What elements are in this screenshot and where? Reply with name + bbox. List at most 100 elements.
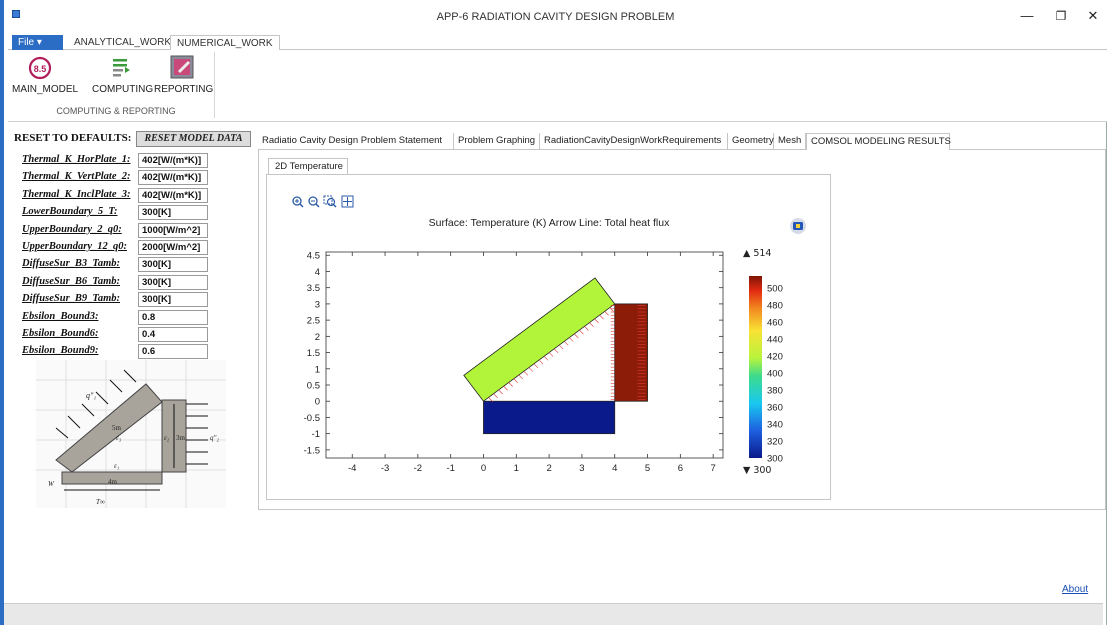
tab-2d-temperature[interactable]: 2D Temperature	[268, 158, 348, 175]
param-value-field[interactable]: 0.8	[138, 309, 208, 325]
x-tick-label: -2	[414, 463, 422, 474]
reset-defaults-label: RESET TO DEFAULTS:	[14, 132, 132, 144]
flux-arrow	[503, 386, 508, 391]
computing-button[interactable]: COMPUTING	[92, 54, 154, 100]
colorbar-tick-label: 360	[767, 402, 783, 413]
param-value-field[interactable]: 402[W/(m*K)]	[138, 153, 208, 168]
param-value-field[interactable]: 402[W/(m*K)]	[138, 170, 208, 186]
main-tab[interactable]: Radiatio Cavity Design Problem Statement	[258, 133, 454, 150]
main-tab[interactable]: RadiationCavityDesignWorkRequirements	[540, 133, 728, 150]
param-value-field[interactable]: 300[K]	[138, 292, 208, 308]
param-value-field[interactable]: 0.4	[138, 327, 208, 342]
param-label: UpperBoundary_12_q0:	[22, 241, 128, 252]
param-label: Ebsilon_Bound3:	[22, 310, 99, 322]
flux-arrow	[579, 329, 584, 335]
x-tick-label: 6	[678, 463, 683, 474]
main-tab[interactable]: Geometry	[728, 133, 774, 150]
param-label: Ebsilon_Bound6:	[22, 328, 99, 339]
x-tick-label: 7	[711, 463, 716, 474]
param-value-field[interactable]: 300[K]	[138, 274, 208, 290]
param-value-field[interactable]: 300[K]	[138, 257, 208, 273]
x-tick-label: -1	[446, 463, 454, 474]
flux-arrow	[508, 382, 513, 387]
screenshot-icon[interactable]	[790, 218, 806, 234]
flux-arrow	[564, 341, 569, 346]
computing-label: COMPUTING	[92, 84, 154, 95]
flux-arrow	[513, 378, 518, 383]
colorbar-tick-label: 380	[767, 385, 783, 396]
horizontal-plate	[483, 400, 616, 435]
zoom-in-icon[interactable]	[292, 196, 304, 208]
main-tab[interactable]: Mesh	[774, 133, 806, 150]
param-value-field[interactable]: 402[W/(m*K)]	[138, 187, 208, 203]
flux-arrow	[533, 363, 539, 369]
flux-arrow	[493, 393, 498, 398]
tab-analytical-work[interactable]: ANALYTICAL_WORK	[68, 35, 177, 51]
ribbon-tab-bar: File ▾ ANALYTICAL_WORK NUMERICAL_WORK	[8, 34, 1107, 51]
param-value-field[interactable]: 0.6	[138, 344, 208, 360]
flux-arrow	[558, 344, 564, 350]
reset-model-data-button[interactable]: RESET MODEL DATA	[136, 131, 251, 147]
y-tick-label: 3	[315, 299, 320, 310]
y-tick-label: 0.5	[307, 381, 320, 392]
sketch-label-tinf: T∞	[96, 498, 105, 506]
param-label: LowerBoundary_5_T:	[22, 206, 118, 218]
colorbar-tick-label: 300	[767, 454, 783, 465]
zoom-extents-icon[interactable]	[341, 195, 354, 208]
colorbar-tick-label: 480	[767, 300, 783, 311]
about-link[interactable]: About	[1062, 584, 1088, 595]
tab-numerical-work[interactable]: NUMERICAL_WORK	[170, 35, 280, 51]
y-tick-label: 4	[315, 267, 320, 278]
main-tab-strip: Radiatio Cavity Design Problem Statement…	[258, 133, 1106, 150]
param-value-field[interactable]: 2000[W/m^2]	[138, 240, 208, 255]
flux-arrow	[528, 367, 534, 372]
main-tab[interactable]: Problem Graphing	[454, 133, 540, 150]
y-tick-label: 2	[315, 332, 320, 343]
sketch-label-q2: q"₂	[210, 434, 219, 442]
restore-button[interactable]: ❐	[1050, 6, 1072, 26]
close-button[interactable]: ✕	[1082, 6, 1104, 26]
file-menu-button[interactable]: File ▾	[12, 35, 63, 50]
y-tick-label: -1	[312, 429, 320, 440]
cavity-schematic: q"₁ 5m ε₃ ε₂ 3m q"₂ ε₁ 4m W T∞	[36, 360, 226, 508]
colorbar-tick-label: 340	[767, 419, 783, 430]
reporting-button[interactable]: REPORTING	[154, 54, 214, 100]
param-label: DiffuseSur_B6_Tamb:	[22, 275, 121, 287]
flux-arrow	[599, 314, 604, 320]
svg-text:8.5: 8.5	[34, 64, 47, 74]
status-bar	[4, 603, 1103, 625]
colorbar-tick-label: 500	[767, 283, 783, 294]
sketch-label-e2: ε₂	[164, 434, 170, 442]
inclined-plate	[463, 277, 616, 402]
param-label: DiffuseSur_B3_Tamb:	[22, 258, 121, 270]
main-model-label: MAIN_MODEL	[12, 84, 79, 95]
zoom-out-icon[interactable]	[308, 196, 320, 208]
flux-arrow	[523, 371, 529, 376]
main-model-button[interactable]: 8.5 MAIN_MODEL	[12, 54, 79, 100]
param-value-field[interactable]: 1000[W/m^2]	[138, 222, 208, 238]
param-label: Thermal_K_HorPlate_1:	[22, 154, 131, 165]
temperature-plot: Surface: Temperature (K) Arrow Line: Tot…	[292, 195, 806, 476]
colorbar-gradient	[749, 276, 762, 458]
window-title: APP-6 RADIATION CAVITY DESIGN PROBLEM	[436, 11, 675, 23]
main-tab[interactable]: COMSOL MODELING RESULTS	[806, 133, 951, 150]
flux-arrow	[498, 389, 503, 395]
y-tick-label: 2.5	[307, 316, 320, 327]
y-tick-label: -0.5	[304, 413, 320, 424]
flux-arrow	[609, 307, 614, 312]
reporting-label: REPORTING	[154, 84, 214, 95]
zoom-box-icon[interactable]	[323, 195, 337, 208]
flux-arrow	[604, 311, 609, 316]
x-tick-label: -3	[381, 463, 389, 474]
param-label: Ebsilon_Bound9:	[22, 345, 99, 357]
ribbon-body: 8.5 MAIN_MODEL COMPUTING REPORTING COMPU…	[8, 50, 1107, 122]
flux-arrow	[569, 337, 574, 342]
y-tick-label: 1.5	[307, 348, 320, 359]
param-value-field[interactable]: 300[K]	[138, 205, 208, 221]
flux-arrow	[548, 352, 554, 357]
param-label: Thermal_K_VertPlate_2:	[22, 171, 131, 183]
flux-arrow	[518, 374, 524, 380]
flux-arrow	[553, 348, 559, 354]
minimize-button[interactable]: —	[1016, 6, 1038, 26]
colorbar-tick-label: 420	[767, 351, 783, 362]
